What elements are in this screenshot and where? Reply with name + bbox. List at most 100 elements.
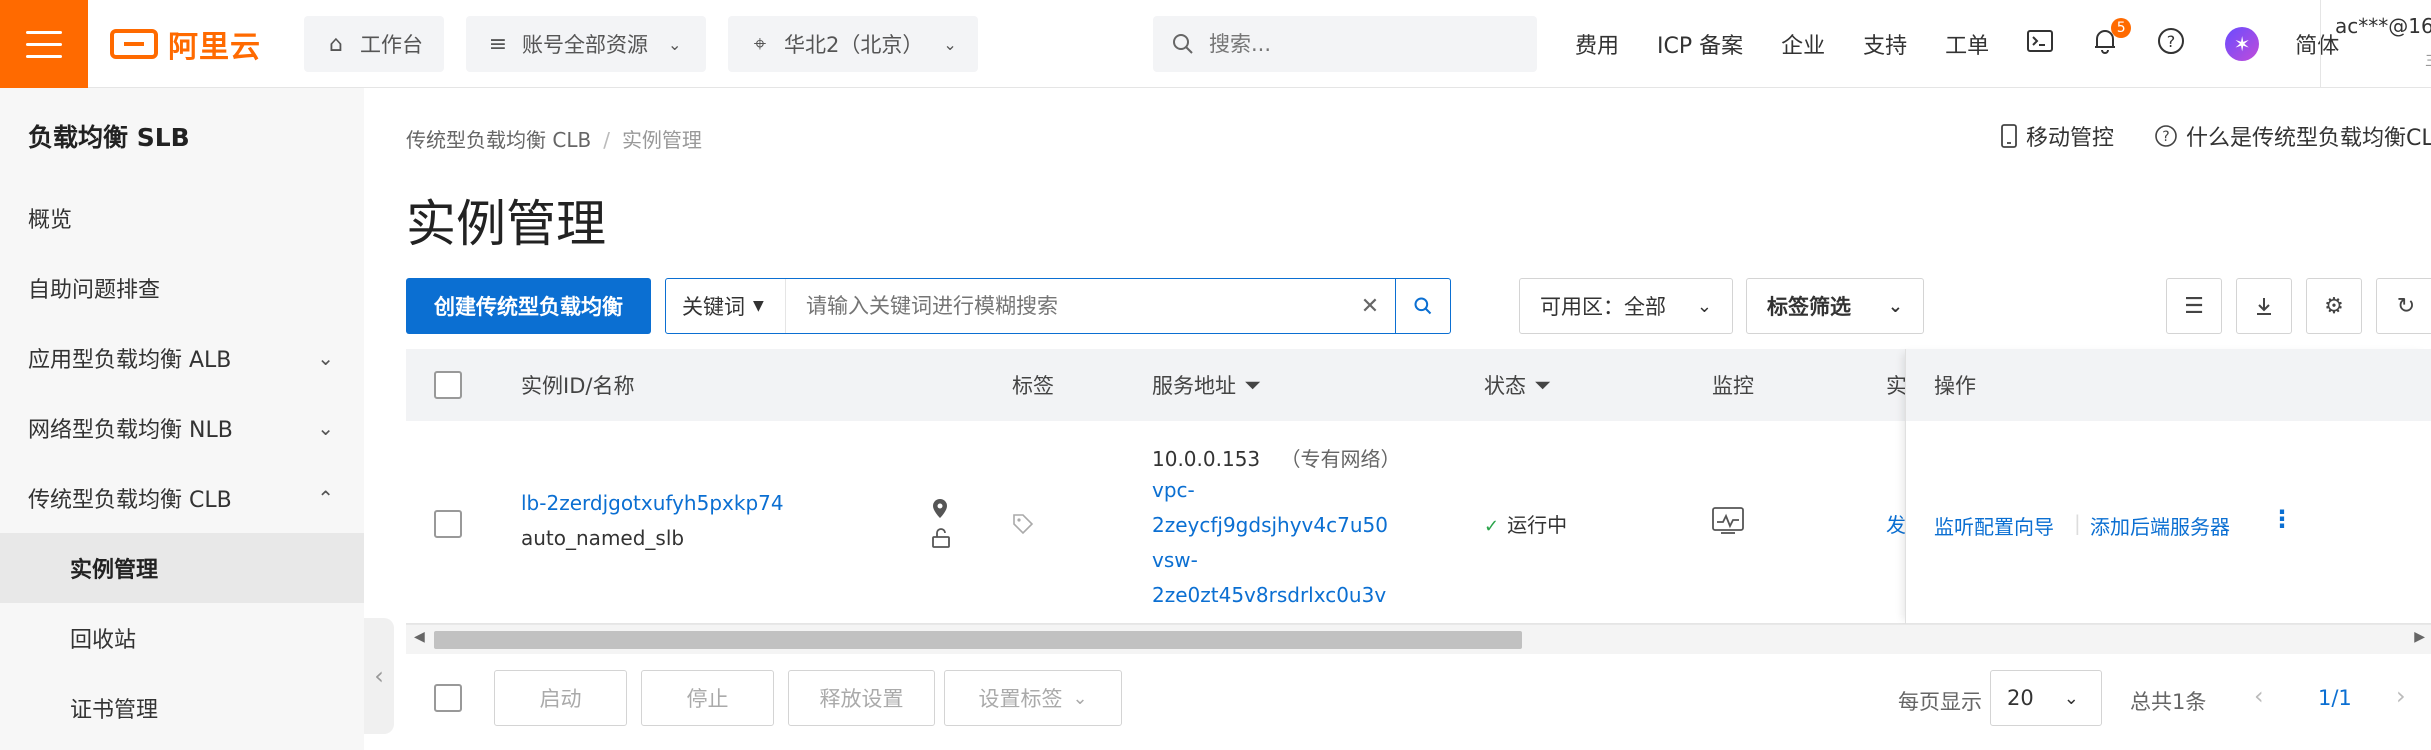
footer-select-all-checkbox[interactable] xyxy=(434,684,462,712)
what-is-clb-link[interactable]: ? 什么是传统型负载均衡CLB xyxy=(2154,120,2431,152)
aliyun-logo[interactable]: 阿里云 xyxy=(110,22,261,66)
nav-link-tickets[interactable]: 工单 xyxy=(1945,28,1989,60)
page-size-select[interactable]: 20 ⌄ xyxy=(1990,670,2102,726)
search-submit-button[interactable] xyxy=(1395,279,1450,333)
user-role: 主 xyxy=(2335,46,2431,70)
release-label: 释放设置 xyxy=(819,687,904,711)
nav-link-icp[interactable]: ICP 备案 xyxy=(1657,28,1743,60)
list-view-button[interactable]: ☰ xyxy=(2166,278,2222,334)
listener-wizard-link[interactable]: 监听配置向导 xyxy=(1934,511,2054,540)
global-search[interactable] xyxy=(1153,16,1537,72)
ai-assistant-icon[interactable]: ✶ xyxy=(2225,27,2260,61)
sidebar-item-alb[interactable]: 应用型负载均衡 ALB ⌄ xyxy=(0,323,364,393)
zone-filter[interactable]: 可用区： 全部 ⌄ xyxy=(1519,278,1733,334)
release-settings-button[interactable]: 释放设置 xyxy=(788,670,935,726)
sidebar-item-label: 概览 xyxy=(28,208,73,233)
refresh-icon: ↻ xyxy=(2396,293,2416,319)
chevron-down-icon: ⌄ xyxy=(1696,295,1712,317)
resource-label: 账号全部资源 xyxy=(522,33,648,57)
resource-selector[interactable]: ≡ 账号全部资源 ⌄ xyxy=(466,16,706,72)
column-instance-spec: 实 xyxy=(1886,349,1907,421)
bell-icon[interactable]: 5 xyxy=(2093,17,2132,61)
unlock-icon[interactable] xyxy=(930,527,952,554)
export-button[interactable] xyxy=(2236,278,2292,334)
vswitch-link-prefix[interactable]: vsw- xyxy=(1152,548,1198,572)
column-address: 服务地址 ⏷ xyxy=(1152,349,1261,421)
sidebar-item-nlb[interactable]: 网络型负载均衡 NLB ⌄ xyxy=(0,393,364,463)
chevron-up-icon: ⌃ xyxy=(317,486,334,510)
page-title: 实例管理 xyxy=(406,195,606,253)
filter-icon[interactable]: ⏷ xyxy=(1244,373,1261,398)
global-search-input[interactable] xyxy=(1209,32,1509,56)
vpc-link-prefix[interactable]: vpc- xyxy=(1152,478,1195,502)
keyword-search-input[interactable] xyxy=(786,294,1345,318)
add-backend-link[interactable]: 添加后端服务器 xyxy=(2090,511,2230,540)
nav-link-support[interactable]: 支持 xyxy=(1863,28,1907,60)
sidebar-collapse-button[interactable]: ‹ xyxy=(364,618,394,734)
mobile-control-label: 移动管控 xyxy=(2026,126,2115,151)
menu-icon-line xyxy=(26,54,62,58)
sidebar-item-recycle-bin[interactable]: 回收站 xyxy=(0,603,364,673)
refresh-button[interactable]: ↻ xyxy=(2376,278,2431,334)
chevron-down-icon: ⌄ xyxy=(943,34,957,54)
op-divider: | xyxy=(2074,511,2081,535)
download-icon xyxy=(2257,298,2271,315)
chevron-down-icon: ⌄ xyxy=(317,416,334,440)
stop-button[interactable]: 停止 xyxy=(641,670,774,726)
sidebar-item-clb[interactable]: 传统型负载均衡 CLB ⌃ xyxy=(0,463,364,533)
region-selector[interactable]: ⌖ 华北2（北京） ⌄ xyxy=(728,16,978,72)
sidebar-item-troubleshoot[interactable]: 自助问题排查 xyxy=(0,253,364,323)
keyword-type-select[interactable]: 关键词 ▼ xyxy=(666,279,786,333)
zone-filter-label: 可用区： xyxy=(1540,295,1624,319)
clear-icon[interactable]: ✕ xyxy=(1345,294,1395,319)
caret-down-icon: ▼ xyxy=(753,298,764,314)
aliyun-logo-icon xyxy=(110,29,158,59)
logo-text: 阿里云 xyxy=(168,30,261,65)
keyword-search-box: 关键词 ▼ ✕ xyxy=(665,278,1451,334)
more-actions-icon[interactable]: ⋮ xyxy=(2270,505,2294,533)
column-label: 实例ID/名称 xyxy=(521,374,635,398)
location-pin-icon[interactable] xyxy=(930,497,950,526)
breadcrumb: 传统型负载均衡 CLB / 实例管理 xyxy=(406,124,702,153)
table-footer: 启动 停止 释放设置 设置标签 ⌄ 每页显示 20 ⌄ 总共1条 ‹ 1/1 › xyxy=(406,670,2431,730)
filter-icon[interactable]: ⏷ xyxy=(1534,373,1551,398)
terminal-icon[interactable] xyxy=(2027,29,2054,59)
monitor-chart-icon[interactable] xyxy=(1712,507,1744,540)
tag-filter[interactable]: 标签筛选 ⌄ xyxy=(1746,278,1924,334)
instance-id-link[interactable]: lb-2zerdjgotxufyh5pxkp74 xyxy=(521,491,784,515)
nav-link-enterprise[interactable]: 企业 xyxy=(1781,28,1825,60)
next-page-icon[interactable]: › xyxy=(2396,682,2406,710)
sidebar-item-certificates[interactable]: 证书管理 xyxy=(0,673,364,743)
tag-filter-label: 标签筛选 xyxy=(1767,295,1851,319)
menu-button[interactable] xyxy=(0,0,88,88)
create-clb-button[interactable]: 创建传统型负载均衡 xyxy=(406,278,651,334)
start-button[interactable]: 启动 xyxy=(494,670,627,726)
instance-spec-link[interactable]: 发 xyxy=(1886,509,1906,538)
nav-link-billing[interactable]: 费用 xyxy=(1575,28,1619,60)
user-account-menu[interactable]: ac***@16 主 xyxy=(2320,0,2431,88)
select-all-checkbox[interactable] xyxy=(434,371,462,399)
home-icon: ⌂ xyxy=(329,31,343,57)
vpc-link[interactable]: 2zeycfj9gdsjhyv4c7u50 xyxy=(1152,513,1388,537)
column-label: 实 xyxy=(1886,374,1907,398)
scroll-left-arrow-icon[interactable]: ◀ xyxy=(414,629,425,645)
sidebar-item-overview[interactable]: 概览 xyxy=(0,183,364,253)
chevron-down-icon: ⌄ xyxy=(1887,295,1903,317)
tag-icon[interactable] xyxy=(1012,513,1034,540)
vswitch-link[interactable]: 2ze0zt45v8rsdrlxc0u3v xyxy=(1152,583,1386,607)
workbench-button[interactable]: ⌂ 工作台 xyxy=(304,16,444,72)
chevron-down-icon: ⌄ xyxy=(2063,687,2079,709)
breadcrumb-parent[interactable]: 传统型负载均衡 CLB xyxy=(406,128,591,152)
scrollbar-thumb[interactable] xyxy=(434,631,1522,649)
sidebar-item-instances[interactable]: 实例管理 xyxy=(0,533,364,603)
row-checkbox[interactable] xyxy=(434,510,462,538)
set-tags-button[interactable]: 设置标签 ⌄ xyxy=(944,670,1122,726)
breadcrumb-separator: / xyxy=(603,128,610,152)
help-icon[interactable]: ? xyxy=(2157,27,2185,62)
mobile-control-link[interactable]: 移动管控 xyxy=(2000,120,2114,152)
horizontal-scrollbar[interactable]: ◀ ▶ xyxy=(406,624,2431,654)
settings-button[interactable]: ⚙ xyxy=(2306,278,2362,334)
scroll-right-arrow-icon[interactable]: ▶ xyxy=(2414,629,2425,645)
prev-page-icon[interactable]: ‹ xyxy=(2254,682,2264,710)
menu-icon-line xyxy=(26,42,62,46)
